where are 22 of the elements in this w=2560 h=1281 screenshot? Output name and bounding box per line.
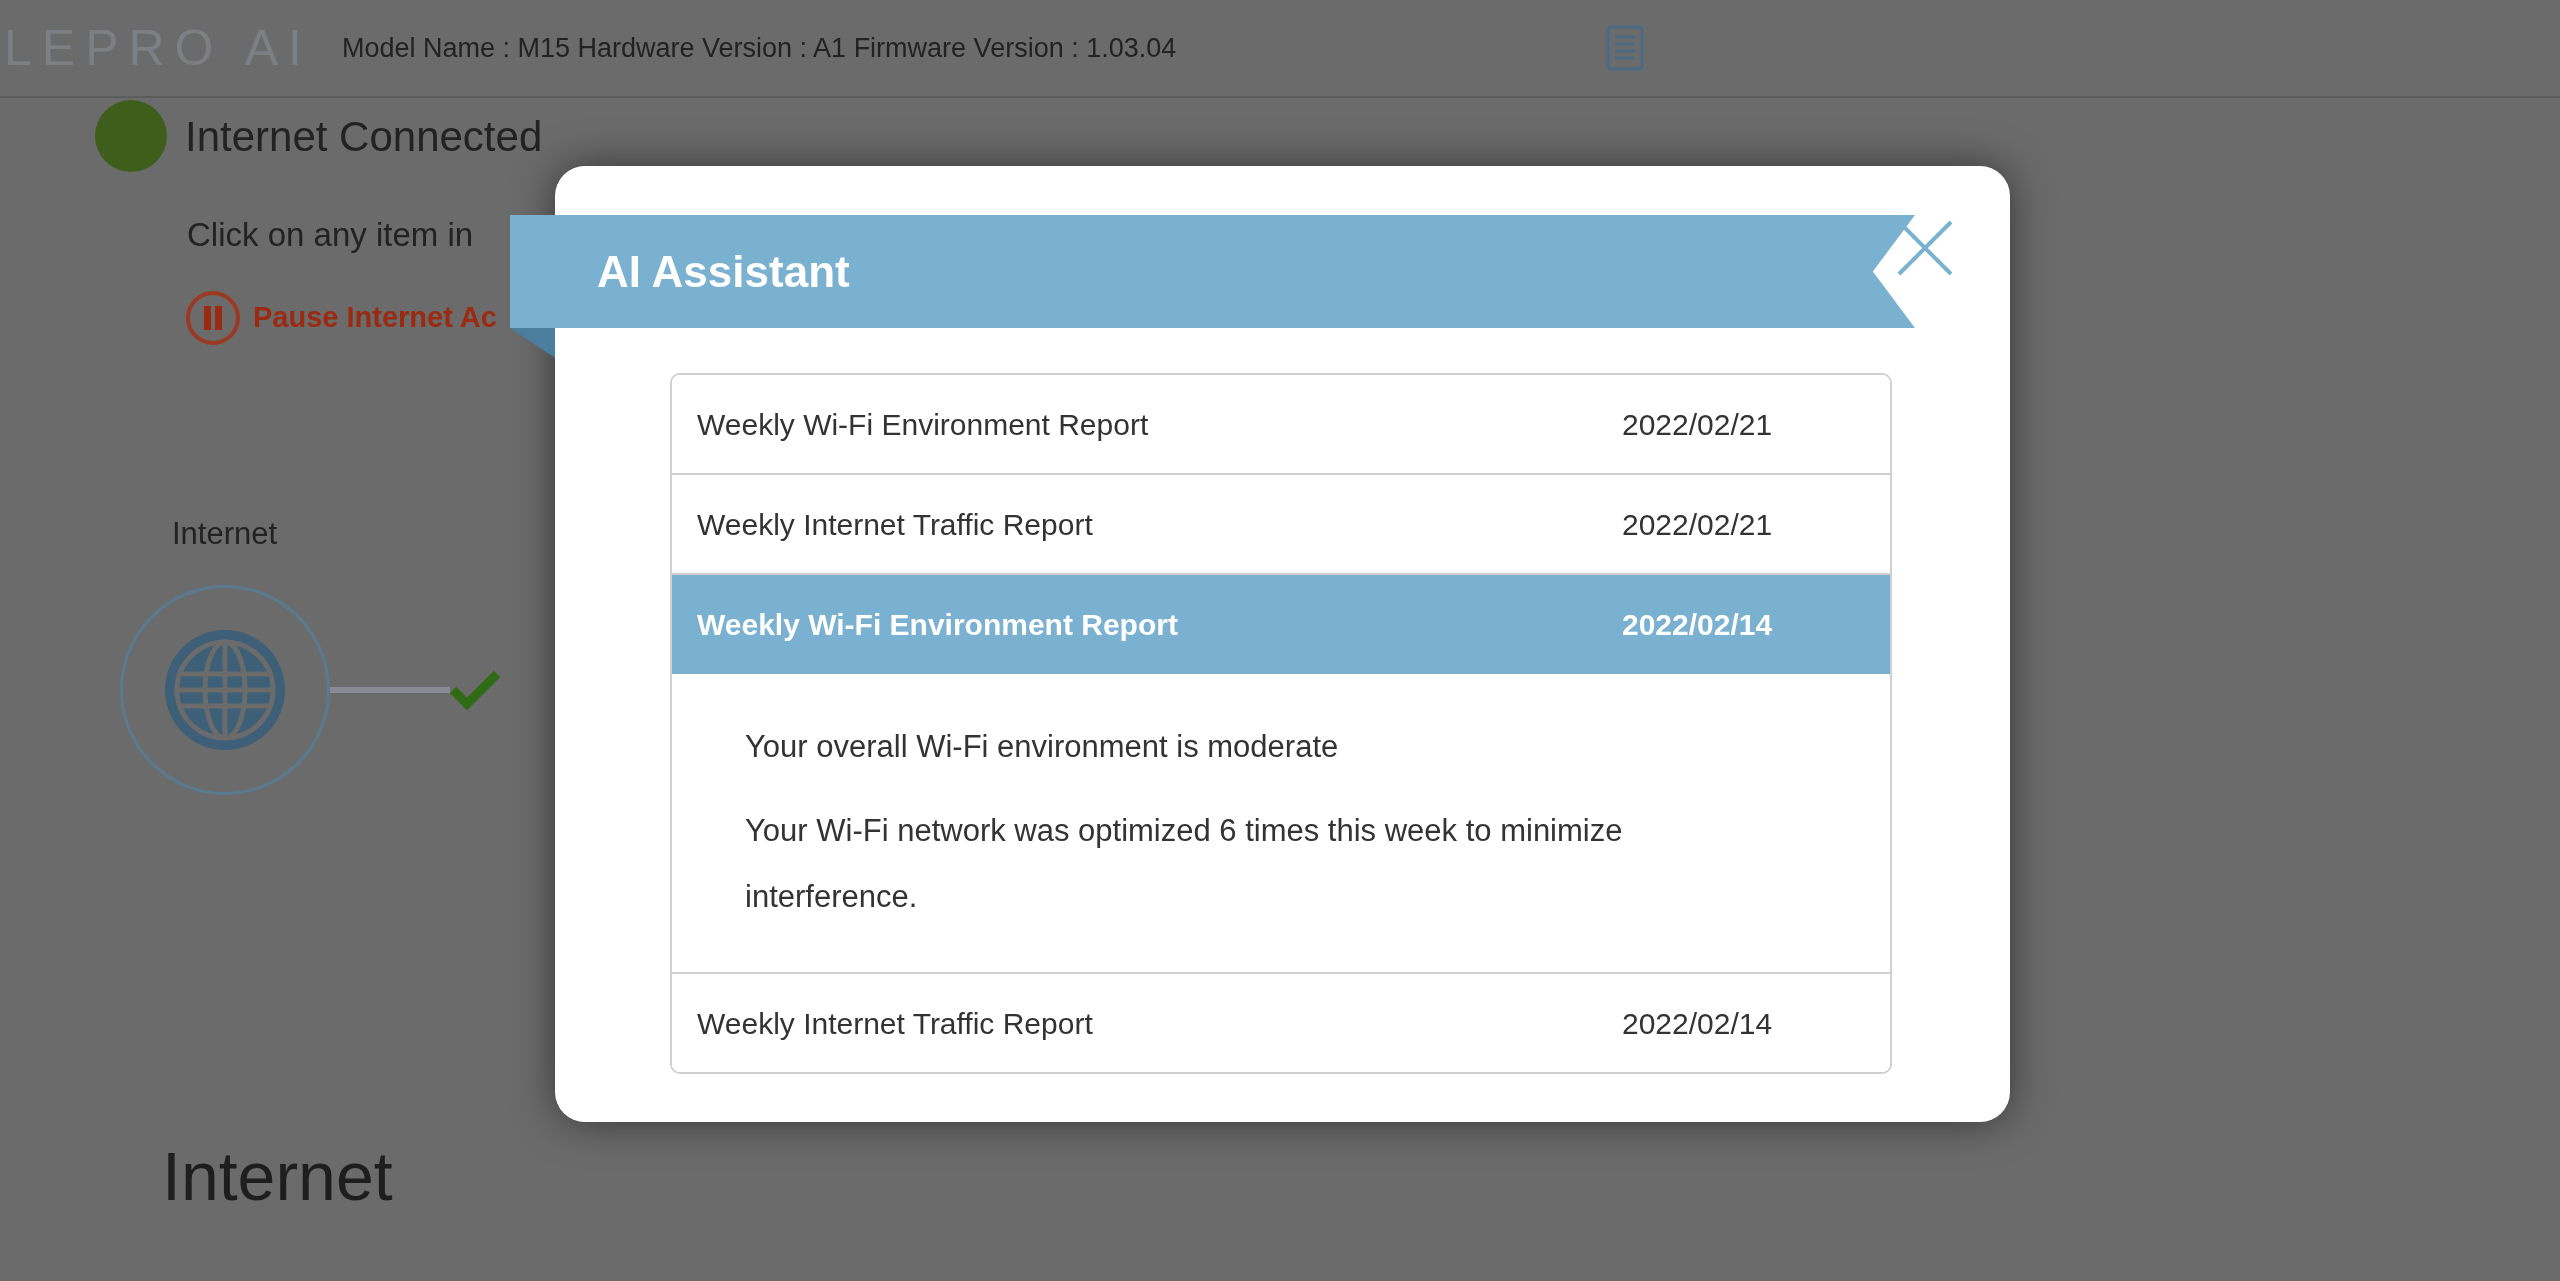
report-date: 2022/02/21 (1622, 406, 1773, 443)
diagram-label: Internet (172, 514, 278, 553)
close-button[interactable] (1895, 218, 1955, 278)
ribbon-fold-icon (510, 328, 555, 358)
checkmark-icon (450, 670, 500, 710)
section-heading: Internet (162, 1137, 393, 1216)
dialog-title: AI Assistant (597, 245, 850, 298)
device-info: Model Name : M15 Hardware Version : A1 Firmware Version : 1.03.04 (341, 31, 1177, 65)
hint-text: Click on any item in (187, 215, 474, 255)
report-title: Weekly Internet Traffic Report (697, 506, 1094, 543)
report-title: Weekly Wi-Fi Environment Report (697, 406, 1150, 443)
report-date: 2022/02/14 (1622, 1005, 1773, 1042)
status-label: Internet Connected (185, 111, 543, 162)
report-title: Weekly Internet Traffic Report (697, 1005, 1094, 1042)
report-date: 2022/02/14 (1622, 607, 1773, 643)
report-date: 2022/02/21 (1622, 506, 1773, 543)
report-title: Weekly Wi-Fi Environment Report (697, 607, 1179, 643)
globe-node[interactable] (120, 585, 330, 795)
report-detail-text: Your overall Wi-Fi environment is moderate (745, 728, 1340, 766)
pause-icon (185, 289, 241, 346)
document-icon[interactable] (1606, 25, 1645, 71)
report-detail-text: Your Wi-Fi network was optimized 6 times this week to minimize interference. (745, 812, 1624, 916)
